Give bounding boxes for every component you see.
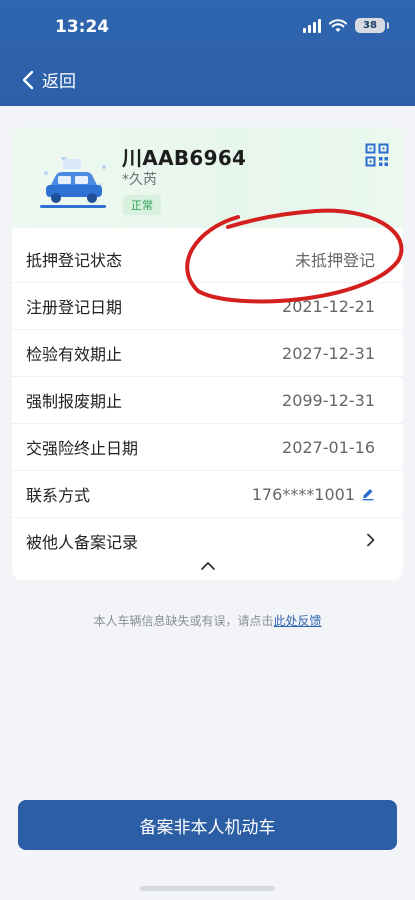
feedback-text: 本人车辆信息缺失或有误，请点击 bbox=[93, 614, 274, 628]
status-icons: 38 bbox=[303, 18, 389, 33]
back-button[interactable]: 返回 bbox=[22, 67, 76, 92]
car-icon bbox=[40, 156, 106, 208]
owner-name: *久芮 bbox=[122, 172, 157, 188]
row-value: 176****1001 bbox=[252, 485, 375, 504]
vehicle-summary: 川AAB6964 *久芮 正常 bbox=[12, 127, 403, 228]
phone-number: 176****1001 bbox=[251, 484, 355, 504]
row-label: 交强险终止日期 bbox=[26, 439, 139, 458]
wifi-icon bbox=[329, 18, 347, 32]
row-value: 2099-12-31 bbox=[282, 390, 375, 410]
row-value: 2021-12-21 bbox=[282, 296, 375, 316]
battery-icon: 38 bbox=[355, 18, 389, 33]
chevron-right-icon bbox=[366, 531, 375, 552]
row-label: 抵押登记状态 bbox=[26, 251, 123, 270]
row-value: 未抵押登记 bbox=[294, 251, 375, 270]
chevron-left-icon bbox=[22, 70, 34, 89]
clock: 13:24 bbox=[55, 17, 110, 37]
row-mortgage-status: 抵押登记状态 未抵押登记 bbox=[12, 236, 403, 283]
home-indicator bbox=[140, 886, 275, 891]
row-value: 2027-01-16 bbox=[282, 437, 375, 457]
file-vehicle-button[interactable]: 备案非本人机动车 bbox=[18, 800, 397, 850]
row-filing-records[interactable]: 被他人备案记录 bbox=[12, 518, 403, 564]
chevron-up-icon[interactable] bbox=[199, 560, 217, 572]
row-inspection-expiry: 检验有效期止 2027-12-31 bbox=[12, 330, 403, 377]
plate-number: 川AAB6964 bbox=[122, 146, 247, 170]
feedback-note: 本人车辆信息缺失或有误，请点击此处反馈 bbox=[0, 612, 415, 629]
status-bar: 13:24 38 bbox=[0, 0, 415, 58]
row-label: 强制报废期止 bbox=[26, 392, 123, 411]
row-contact[interactable]: 联系方式 176****1001 bbox=[12, 471, 403, 518]
details-list: 抵押登记状态 未抵押登记 注册登记日期 2021-12-21 检验有效期止 20… bbox=[12, 236, 403, 564]
feedback-link[interactable]: 此处反馈 bbox=[274, 614, 322, 628]
back-label: 返回 bbox=[42, 72, 76, 92]
row-label: 注册登记日期 bbox=[26, 298, 123, 317]
status-badge: 正常 bbox=[123, 195, 161, 215]
row-label: 被他人备案记录 bbox=[26, 533, 139, 552]
qr-code-icon[interactable] bbox=[365, 143, 389, 167]
vehicle-card: 川AAB6964 *久芮 正常 抵押登记状态 未抵押登记 注册登记日期 2021… bbox=[12, 127, 403, 580]
row-scrap-deadline: 强制报废期止 2099-12-31 bbox=[12, 377, 403, 424]
header-bar: 13:24 38 返回 bbox=[0, 0, 415, 106]
row-registration-date: 注册登记日期 2021-12-21 bbox=[12, 283, 403, 330]
row-value: 2027-12-31 bbox=[282, 343, 375, 363]
row-label: 联系方式 bbox=[26, 486, 91, 505]
row-insurance-expiry: 交强险终止日期 2027-01-16 bbox=[12, 424, 403, 471]
edit-icon[interactable] bbox=[361, 487, 375, 501]
signal-icon bbox=[303, 18, 321, 33]
row-label: 检验有效期止 bbox=[26, 345, 123, 364]
